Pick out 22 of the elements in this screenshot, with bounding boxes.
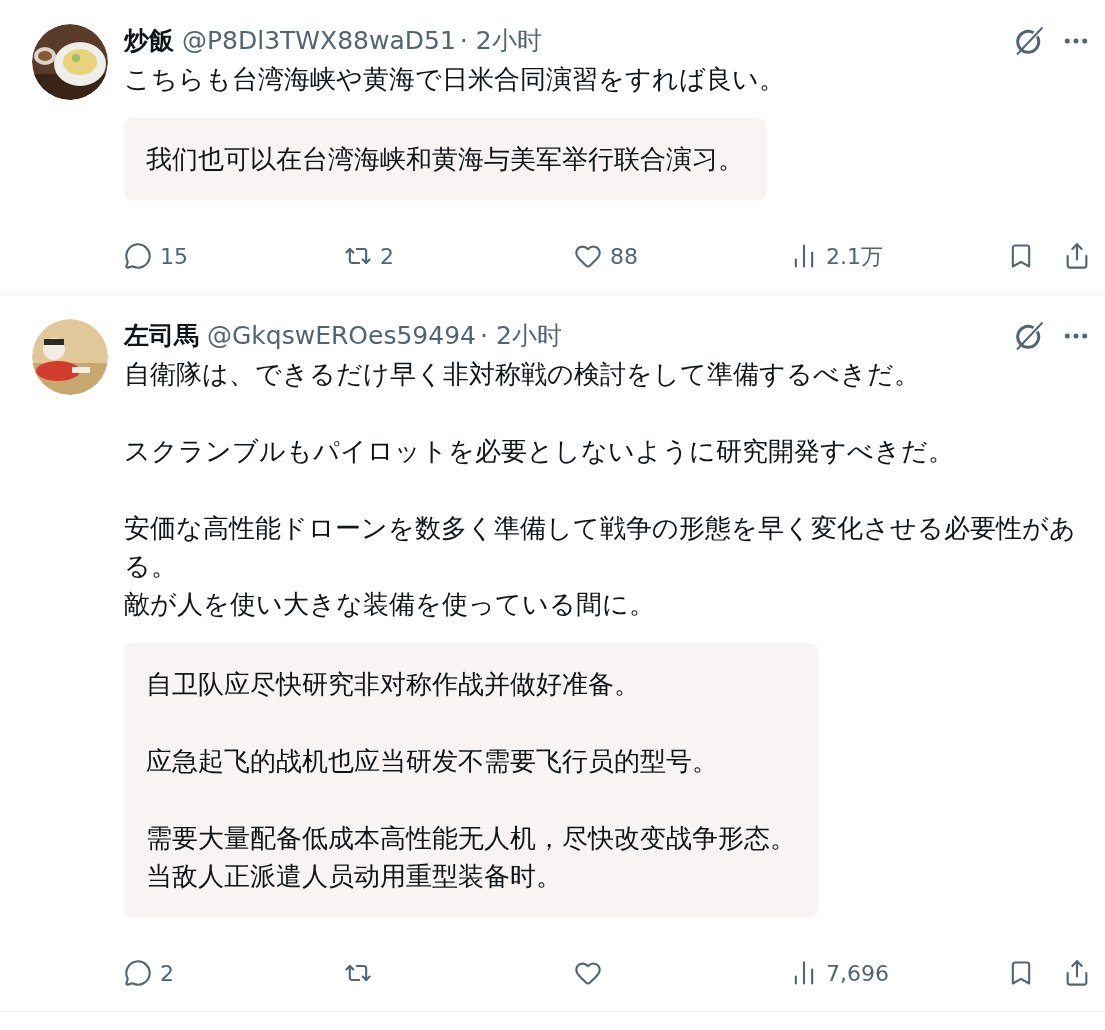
post-time: · 2小时 [459, 25, 542, 58]
translation-text: 需要大量配备低成本高性能无人机，尽快改变战争形态。 当敌人正派遣人员动用重型装备时。 [146, 822, 796, 893]
action-count: 2 [380, 242, 394, 271]
post-text: スクランブルもパイロットを必要としないように研究開発すべきだ。 [124, 435, 955, 468]
translation-text: 我们也可以在台湾海峡和黄海与美军举行联合演习。 [146, 143, 744, 176]
author-handle[interactable]: @P8Dl3TWX88waD51 [182, 22, 456, 60]
post-time: · 2小时 [480, 320, 562, 353]
translation-text: 自卫队应尽快研究非对称作战并做好准备。 [146, 668, 641, 701]
author-name[interactable]: 炒飯 [124, 22, 174, 60]
author-handle[interactable]: @GkqswEROes59494 [207, 317, 476, 355]
action-count: 2.1万 [826, 242, 883, 271]
post-text: 安価な高性能ドローンを数多く準備して戦争の形態を早く変化させる必要性がある。 敵が人を使い大きな装備を使っている間に。 [124, 512, 1077, 621]
post-text: 自衛隊は、できるだけ早く非対称戦の検討をして準備するべきだ。 [124, 358, 921, 391]
reply-icon[interactable] [124, 959, 152, 987]
action-count: 7,696 [826, 959, 889, 988]
translation-text: 应急起飞的战机也应当研发不需要飞行员的型号。 [146, 745, 719, 778]
post-text: こちらも台湾海峡や黄海で日米合同演習をすれば良い。 [124, 63, 786, 96]
action-count: 2 [160, 959, 174, 988]
action-count: 15 [160, 242, 188, 271]
author-name[interactable]: 左司馬 [124, 317, 199, 355]
action-count: 88 [610, 242, 638, 271]
reply-icon[interactable] [124, 242, 152, 270]
